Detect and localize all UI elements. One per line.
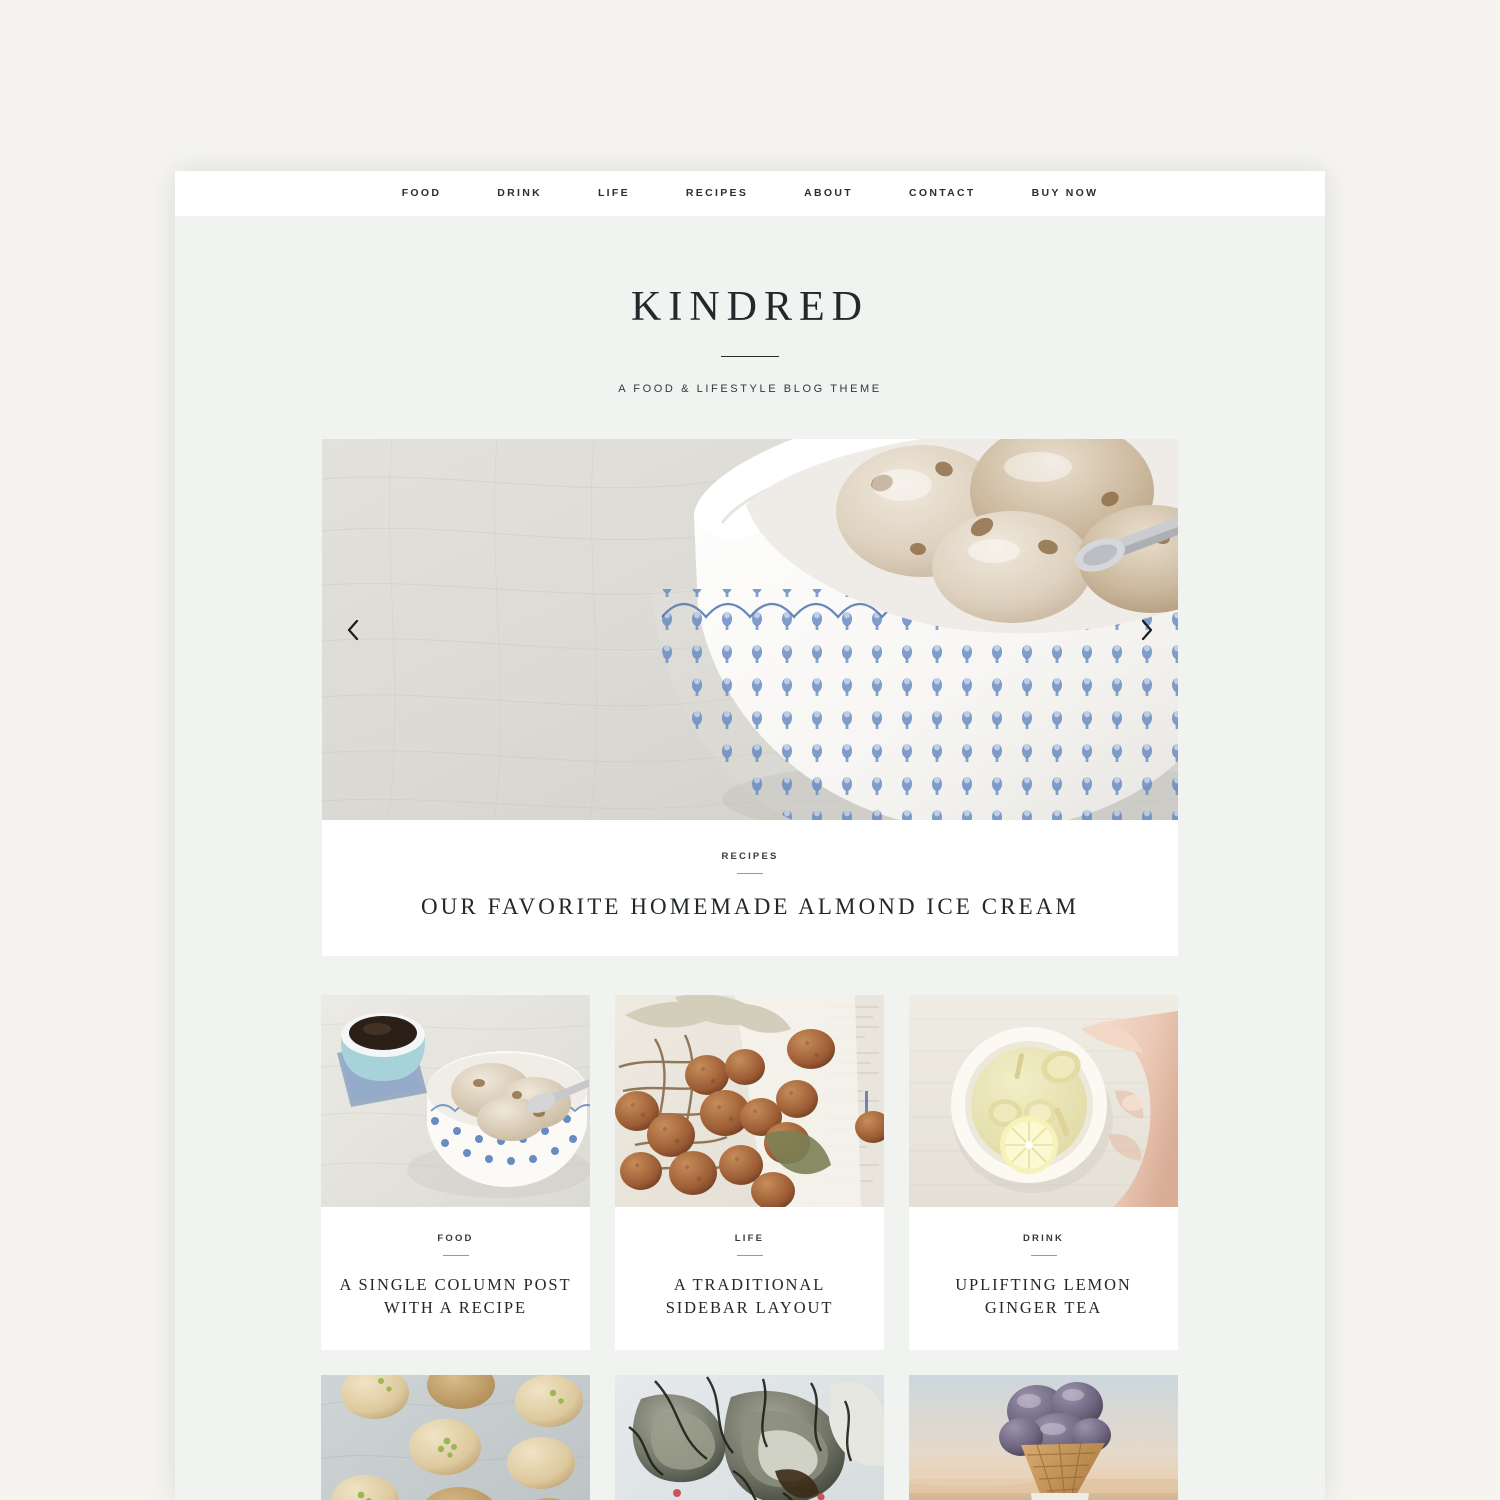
- chevron-right-icon: [1141, 619, 1153, 640]
- post-card[interactable]: DRINK UPLIFTING LEMON GINGER TEA: [909, 994, 1178, 1350]
- post-card-body: FOOD A SINGLE COLUMN POST WITH A RECIPE: [321, 1207, 590, 1350]
- nav-item-about[interactable]: ABOUT: [776, 171, 881, 216]
- nav-item-life[interactable]: LIFE: [570, 171, 658, 216]
- featured-post-image[interactable]: [322, 439, 1178, 820]
- post-grid: FOOD A SINGLE COLUMN POST WITH A RECIPE: [321, 994, 1179, 1500]
- site-tagline: A FOOD & LIFESTYLE BLOG THEME: [618, 383, 882, 395]
- title-divider: [721, 356, 779, 357]
- featured-post-caption: RECIPES OUR FAVORITE HOMEMADE ALMOND ICE…: [322, 820, 1178, 956]
- main-navigation: FOOD DRINK LIFE RECIPES ABOUT CONTACT BU…: [175, 171, 1325, 216]
- featured-post-slider: RECIPES OUR FAVORITE HOMEMADE ALMOND ICE…: [322, 439, 1178, 956]
- nav-item-contact[interactable]: CONTACT: [881, 171, 1004, 216]
- post-card[interactable]: [909, 1374, 1178, 1500]
- nav-item-drink[interactable]: DRINK: [469, 171, 570, 216]
- site-masthead: KINDRED A FOOD & LIFESTYLE BLOG THEME: [175, 216, 1325, 395]
- post-card-image[interactable]: [909, 994, 1178, 1207]
- slider-next-button[interactable]: [1134, 617, 1160, 643]
- post-card-category[interactable]: LIFE: [735, 1233, 764, 1244]
- post-card-title[interactable]: UPLIFTING LEMON GINGER TEA: [925, 1273, 1162, 1320]
- post-card[interactable]: LIFE A TRADITIONAL SIDEBAR LAYOUT: [615, 994, 884, 1350]
- post-card-image[interactable]: [321, 994, 590, 1207]
- post-card-image[interactable]: [909, 1374, 1178, 1500]
- nav-item-food[interactable]: FOOD: [374, 171, 470, 216]
- post-card[interactable]: FOOD A SINGLE COLUMN POST WITH A RECIPE: [321, 994, 590, 1350]
- post-card-image[interactable]: [615, 994, 884, 1207]
- post-card-divider: [1030, 1254, 1057, 1256]
- chevron-left-icon: [347, 619, 359, 640]
- post-card-category[interactable]: DRINK: [1023, 1233, 1064, 1244]
- blog-page: FOOD DRINK LIFE RECIPES ABOUT CONTACT BU…: [175, 171, 1325, 1500]
- nav-item-recipes[interactable]: RECIPES: [658, 171, 776, 216]
- post-card-body: DRINK UPLIFTING LEMON GINGER TEA: [909, 1207, 1178, 1350]
- post-card-title[interactable]: A SINGLE COLUMN POST WITH A RECIPE: [337, 1273, 574, 1320]
- post-card-category[interactable]: FOOD: [437, 1233, 473, 1244]
- slider-prev-button[interactable]: [340, 617, 366, 643]
- featured-category-divider: [737, 873, 763, 874]
- featured-category-link[interactable]: RECIPES: [721, 851, 778, 862]
- nav-item-buy-now[interactable]: BUY NOW: [1004, 171, 1127, 216]
- post-card[interactable]: [615, 1374, 884, 1500]
- post-card-divider: [442, 1254, 469, 1256]
- post-card-image[interactable]: [321, 1374, 590, 1500]
- featured-post-title[interactable]: OUR FAVORITE HOMEMADE ALMOND ICE CREAM: [322, 893, 1178, 922]
- screenshot-canvas: FOOD DRINK LIFE RECIPES ABOUT CONTACT BU…: [0, 0, 1500, 1500]
- post-card-divider: [736, 1254, 763, 1256]
- post-card-title[interactable]: A TRADITIONAL SIDEBAR LAYOUT: [631, 1273, 868, 1320]
- post-card-body: LIFE A TRADITIONAL SIDEBAR LAYOUT: [615, 1207, 884, 1350]
- post-card[interactable]: [321, 1374, 590, 1500]
- site-title[interactable]: KINDRED: [175, 286, 1325, 328]
- post-card-image[interactable]: [615, 1374, 884, 1500]
